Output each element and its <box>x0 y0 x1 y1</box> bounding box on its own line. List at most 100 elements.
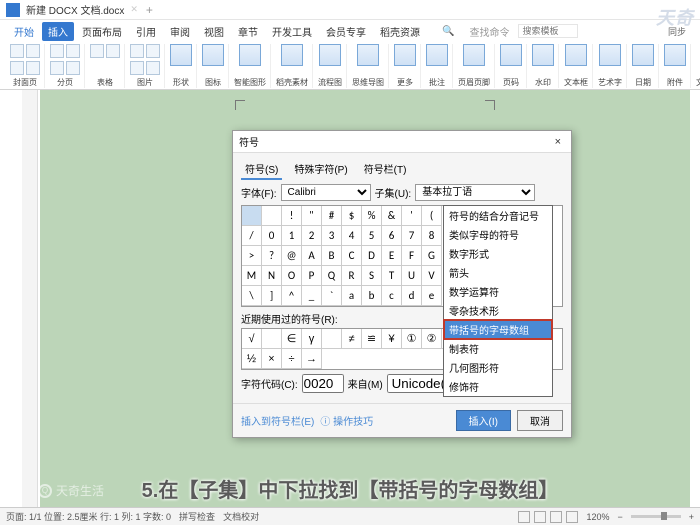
recent-cell[interactable] <box>262 329 282 349</box>
symbol-cell[interactable]: c <box>382 286 402 306</box>
menu-res[interactable]: 稻壳资源 <box>374 22 426 41</box>
menu-vip[interactable]: 会员专享 <box>320 22 372 41</box>
symbol-cell[interactable]: M <box>242 266 262 286</box>
menu-dev[interactable]: 开发工具 <box>266 22 318 41</box>
zoom-slider[interactable] <box>631 515 681 518</box>
ribbon-思维导图[interactable]: 思维导图 <box>348 44 389 88</box>
menu-layout[interactable]: 页面布局 <box>76 22 128 41</box>
ribbon-流程图[interactable]: 流程图 <box>314 44 347 88</box>
recent-cell[interactable]: ¥ <box>382 329 402 349</box>
symbol-cell[interactable]: D <box>362 246 382 266</box>
ribbon-文档部件[interactable]: 文档部件 <box>692 44 700 88</box>
ribbon-更多[interactable]: 更多 <box>390 44 421 88</box>
symbol-cell[interactable]: ` <box>322 286 342 306</box>
font-select[interactable]: Calibri <box>281 184 371 201</box>
recent-cell[interactable]: × <box>262 349 282 369</box>
ribbon-图标[interactable]: 图标 <box>198 44 229 88</box>
menu-chapter[interactable]: 章节 <box>232 22 264 41</box>
recent-cell[interactable]: ≠ <box>342 329 362 349</box>
recent-cell[interactable]: √ <box>242 329 262 349</box>
symbol-cell[interactable]: C <box>342 246 362 266</box>
ribbon-封面页[interactable]: 封面页 <box>6 44 45 88</box>
symbol-cell[interactable]: ! <box>282 206 302 226</box>
view-buttons[interactable] <box>518 511 578 523</box>
symbol-cell[interactable]: # <box>322 206 342 226</box>
recent-cell[interactable]: γ <box>302 329 322 349</box>
symbol-cell[interactable]: ] <box>262 286 282 306</box>
symbol-cell[interactable]: 6 <box>382 226 402 246</box>
dropdown-item[interactable]: 带括号的字母数组 <box>444 320 552 339</box>
dropdown-item[interactable]: 符号的结合分音记号 <box>444 206 552 225</box>
dropdown-item[interactable]: 类似字母的符号 <box>444 225 552 244</box>
symbol-cell[interactable]: B <box>322 246 342 266</box>
menu-view[interactable]: 视图 <box>198 22 230 41</box>
ribbon-表格[interactable]: 表格 <box>86 44 125 88</box>
cancel-button[interactable]: 取消 <box>517 410 563 431</box>
symbol-cell[interactable]: e <box>422 286 442 306</box>
symbol-cell[interactable]: d <box>402 286 422 306</box>
ribbon-形状[interactable]: 形状 <box>166 44 197 88</box>
symbol-cell[interactable]: ^ <box>282 286 302 306</box>
symbol-cell[interactable]: T <box>382 266 402 286</box>
symbol-cell[interactable]: N <box>262 266 282 286</box>
symbol-cell[interactable]: 1 <box>282 226 302 246</box>
recent-cell[interactable] <box>322 329 342 349</box>
dropdown-item[interactable]: 数学运算符 <box>444 282 552 301</box>
symbol-cell[interactable]: 2 <box>302 226 322 246</box>
ribbon-分页[interactable]: 分页 <box>46 44 85 88</box>
status-spellcheck[interactable]: 拼写检查 <box>179 510 215 523</box>
symbol-cell[interactable]: V <box>422 266 442 286</box>
symbol-cell[interactable]: \ <box>242 286 262 306</box>
recent-cell[interactable]: ½ <box>242 349 262 369</box>
symbol-cell[interactable]: 5 <box>362 226 382 246</box>
ribbon-图片[interactable]: 图片 <box>126 44 165 88</box>
recent-cell[interactable]: ÷ <box>282 349 302 369</box>
zoom-level[interactable]: 120% <box>586 512 609 522</box>
recent-cell[interactable]: ∈ <box>282 329 302 349</box>
insert-to-bar[interactable]: 插入到符号栏(E) <box>241 413 314 428</box>
symbol-cell[interactable]: G <box>422 246 442 266</box>
ribbon-水印[interactable]: 水印 <box>528 44 559 88</box>
ribbon-艺术字[interactable]: 艺术字 <box>594 44 627 88</box>
menu-review[interactable]: 审阅 <box>164 22 196 41</box>
zoom-minus-icon[interactable]: − <box>617 512 622 522</box>
recent-cell[interactable]: ② <box>422 329 442 349</box>
symbol-cell[interactable]: A <box>302 246 322 266</box>
dropdown-item[interactable]: 几何图形符 <box>444 358 552 377</box>
dropdown-item[interactable]: 数字形式 <box>444 244 552 263</box>
symbol-cell[interactable]: & <box>382 206 402 226</box>
tab-special[interactable]: 特殊字符(P) <box>290 159 351 180</box>
symbol-cell[interactable]: F <box>402 246 422 266</box>
symbol-cell[interactable]: % <box>362 206 382 226</box>
symbol-cell[interactable]: ? <box>262 246 282 266</box>
symbol-cell[interactable]: 4 <box>342 226 362 246</box>
ribbon-页眉页脚[interactable]: 页眉页脚 <box>454 44 495 88</box>
recent-cell[interactable]: ① <box>402 329 422 349</box>
symbol-cell[interactable]: E <box>382 246 402 266</box>
symbol-cell[interactable]: P <box>302 266 322 286</box>
tab-symbol[interactable]: 符号(S) <box>241 159 282 180</box>
dropdown-item[interactable]: 零杂技术形 <box>444 301 552 320</box>
symbol-cell[interactable]: 7 <box>402 226 422 246</box>
symbol-cell[interactable]: 8 <box>422 226 442 246</box>
symbol-cell[interactable]: Q <box>322 266 342 286</box>
recent-cell[interactable]: → <box>302 349 322 369</box>
symbol-cell[interactable]: $ <box>342 206 362 226</box>
ribbon-附件[interactable]: 附件 <box>660 44 691 88</box>
status-mode[interactable]: 文档校对 <box>223 510 259 523</box>
code-input[interactable] <box>302 374 344 393</box>
ribbon-稻壳素材[interactable]: 稻壳素材 <box>272 44 313 88</box>
ribbon-批注[interactable]: 批注 <box>422 44 453 88</box>
symbol-cell[interactable]: > <box>242 246 262 266</box>
symbol-cell[interactable]: U <box>402 266 422 286</box>
menu-insert[interactable]: 插入 <box>42 22 74 41</box>
symbol-cell[interactable]: R <box>342 266 362 286</box>
symbol-cell[interactable]: _ <box>302 286 322 306</box>
ribbon-文本框[interactable]: 文本框 <box>560 44 593 88</box>
symbol-cell[interactable]: a <box>342 286 362 306</box>
symbol-cell[interactable]: " <box>302 206 322 226</box>
ribbon-页码[interactable]: 页码 <box>496 44 527 88</box>
search-input[interactable] <box>518 24 578 38</box>
symbol-cell[interactable]: ( <box>422 206 442 226</box>
insert-button[interactable]: 插入(I) <box>456 410 511 431</box>
